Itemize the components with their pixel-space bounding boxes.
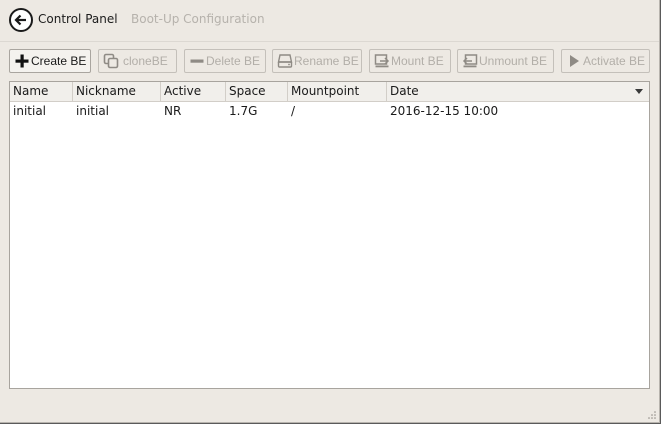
unmount-be-button[interactable]: Unmount BE (457, 49, 554, 73)
table-header: Name Nickname Active Space Mountpoint Da… (10, 82, 649, 102)
rename-be-button[interactable]: Rename BE (272, 49, 362, 73)
header-bar: Control Panel Boot-Up Configuration (0, 0, 659, 40)
column-header-name[interactable]: Name (10, 82, 73, 101)
cell-date: 2016-12-15 10:00 (390, 104, 499, 118)
column-header-date[interactable]: Date (387, 82, 649, 101)
unmount-icon (462, 54, 478, 68)
create-be-label: Create BE (31, 54, 87, 68)
breadcrumb-control-panel[interactable]: Control Panel (38, 12, 118, 26)
back-button[interactable] (9, 8, 33, 32)
mount-be-label: Mount BE (391, 54, 444, 68)
breadcrumb-boot-up-configuration: Boot-Up Configuration (131, 12, 265, 26)
toolbar: Create BE cloneBE Delete BE Rename BE Mo… (9, 49, 650, 75)
header-divider (0, 41, 659, 42)
arrow-left-icon (14, 14, 26, 26)
create-be-button[interactable]: Create BE (9, 49, 91, 73)
column-header-active[interactable]: Active (161, 82, 226, 101)
delete-be-label: Delete BE (206, 54, 261, 68)
cell-space: 1.7G (229, 104, 258, 118)
column-header-space[interactable]: Space (226, 82, 288, 101)
rename-be-label: Rename BE (294, 54, 359, 68)
cell-name: initial (13, 104, 46, 118)
boot-environments-table[interactable]: Name Nickname Active Space Mountpoint Da… (9, 81, 650, 389)
column-header-mountpoint[interactable]: Mountpoint (288, 82, 387, 101)
mount-be-button[interactable]: Mount BE (369, 49, 451, 73)
clone-icon (103, 53, 119, 69)
unmount-be-label: Unmount BE (479, 54, 548, 68)
activate-be-button[interactable]: Activate BE (561, 49, 650, 73)
resize-grip-icon[interactable] (647, 410, 657, 420)
clone-be-label: cloneBE (123, 54, 168, 68)
minus-icon (190, 59, 204, 63)
play-icon (570, 55, 579, 67)
clone-be-button[interactable]: cloneBE (98, 49, 177, 73)
column-header-nickname[interactable]: Nickname (73, 82, 161, 101)
activate-be-label: Activate BE (583, 54, 646, 68)
mount-icon (374, 54, 390, 68)
plus-icon (15, 54, 29, 68)
cell-nickname: initial (76, 104, 109, 118)
cell-mountpoint: / (291, 104, 296, 118)
cell-active: NR (164, 104, 182, 118)
drive-icon (277, 54, 293, 68)
boot-config-window: Control Panel Boot-Up Configuration Crea… (0, 0, 660, 423)
sort-down-icon[interactable] (635, 89, 643, 94)
table-row[interactable]: initial initial NR 1.7G / 2016-12-15 10:… (10, 102, 649, 121)
delete-be-button[interactable]: Delete BE (184, 49, 266, 73)
